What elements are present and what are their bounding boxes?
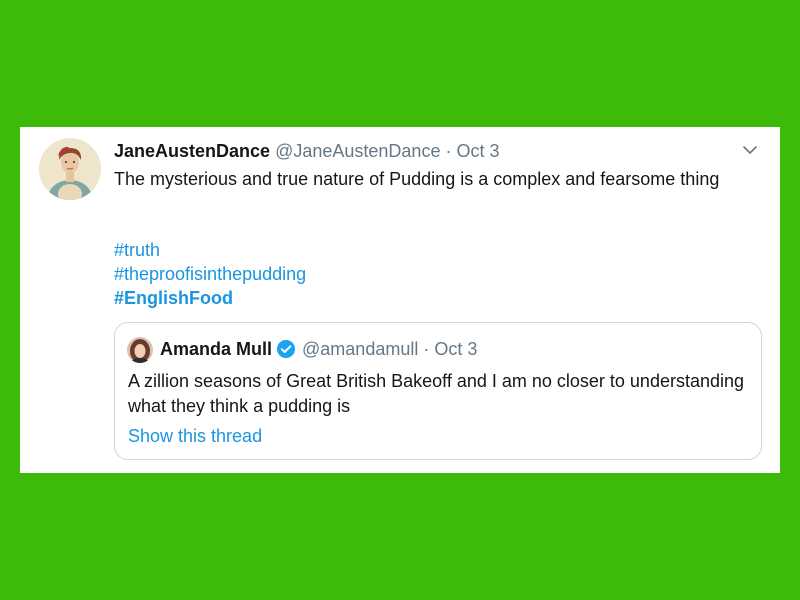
avatar[interactable]	[39, 138, 101, 200]
chevron-down-icon[interactable]	[740, 140, 760, 160]
quoted-tweet-text: A zillion seasons of Great British Bakeo…	[128, 371, 745, 416]
quoted-avatar-image	[127, 337, 153, 363]
hashtag-link[interactable]: #truth	[114, 238, 306, 262]
quoted-user-handle[interactable]: @amandamull	[302, 338, 418, 360]
hashtag-list: #truth #theproofisinthepudding #EnglishF…	[114, 238, 306, 310]
tweet-text: The mysterious and true nature of Puddin…	[114, 169, 720, 189]
quoted-avatar[interactable]	[127, 337, 153, 363]
quoted-display-name[interactable]: Amanda Mull	[160, 338, 272, 360]
quoted-tweet-date[interactable]: Oct 3	[434, 338, 477, 360]
show-thread-link[interactable]: Show this thread	[128, 424, 262, 448]
tweet-header: JaneAustenDance @JaneAustenDance · Oct 3	[114, 140, 500, 162]
avatar-image	[39, 138, 101, 200]
separator-dot: ·	[423, 339, 430, 359]
separator-dot: ·	[445, 141, 452, 161]
quoted-tweet-header: Amanda Mull @amandamull · Oct 3	[160, 338, 477, 360]
tweet-date[interactable]: Oct 3	[456, 141, 499, 161]
verified-badge-icon	[276, 339, 296, 359]
hashtag-link[interactable]: #EnglishFood	[114, 286, 306, 310]
display-name[interactable]: JaneAustenDance	[114, 141, 270, 161]
hashtag-link[interactable]: #theproofisinthepudding	[114, 262, 306, 286]
user-handle[interactable]: @JaneAustenDance	[275, 141, 440, 161]
